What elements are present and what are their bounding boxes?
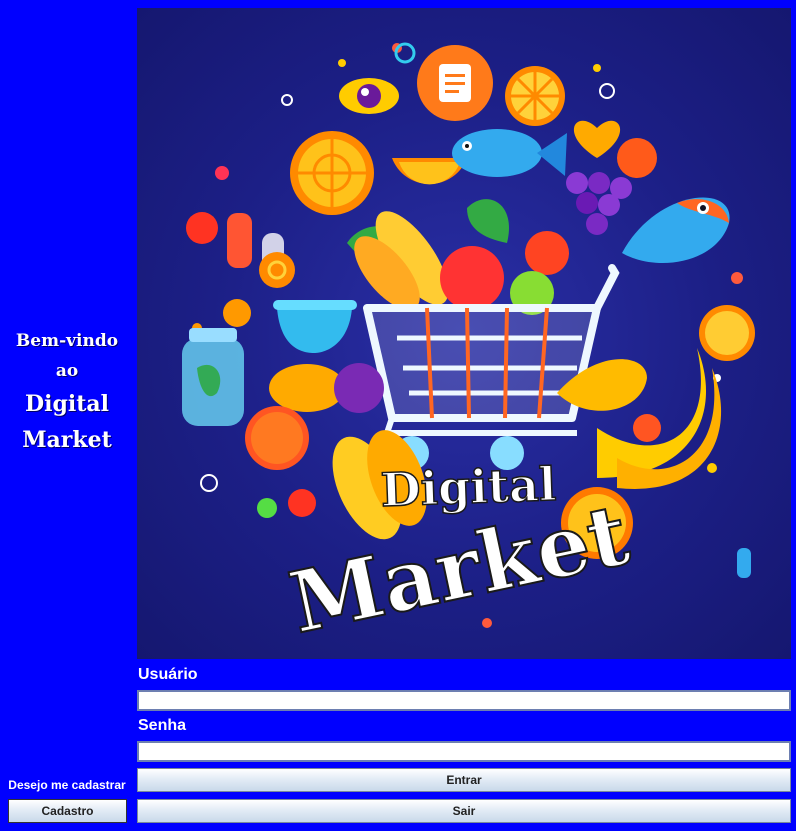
grocery-illustration: Digital Market	[182, 42, 755, 653]
potion-icon	[227, 213, 295, 288]
eye-icon	[339, 78, 399, 114]
username-label: Usuário	[138, 666, 198, 683]
heart-icon	[573, 120, 621, 158]
enter-button[interactable]: Entrar	[137, 768, 791, 792]
password-label: Senha	[138, 717, 187, 734]
exit-button[interactable]: Sair	[137, 799, 791, 823]
bowl-icon	[273, 300, 357, 353]
hero-image: Digital Market	[137, 8, 791, 659]
welcome-line-1: Bem-vindo	[15, 331, 119, 351]
welcome-text: Bem-vindo ao Digital Market	[0, 326, 134, 458]
grapes-icon	[566, 172, 632, 235]
note-circle-icon	[417, 45, 493, 121]
fish-icon	[452, 129, 567, 177]
citrus-icon	[290, 131, 374, 215]
basket-produce	[347, 199, 554, 315]
jar-icon	[182, 328, 244, 426]
big-fish-icon	[622, 197, 730, 263]
welcome-line-4: Market	[22, 427, 112, 453]
hero-title: Digital Market	[280, 456, 637, 653]
orange-slice-icon	[505, 66, 565, 126]
password-field[interactable]	[137, 741, 791, 762]
welcome-line-3: Digital	[25, 391, 109, 417]
welcome-line-2: ao	[55, 361, 79, 381]
signup-button[interactable]: Cadastro	[8, 799, 127, 823]
username-field[interactable]	[137, 690, 791, 711]
signup-prompt: Desejo me cadastrar	[8, 778, 126, 792]
